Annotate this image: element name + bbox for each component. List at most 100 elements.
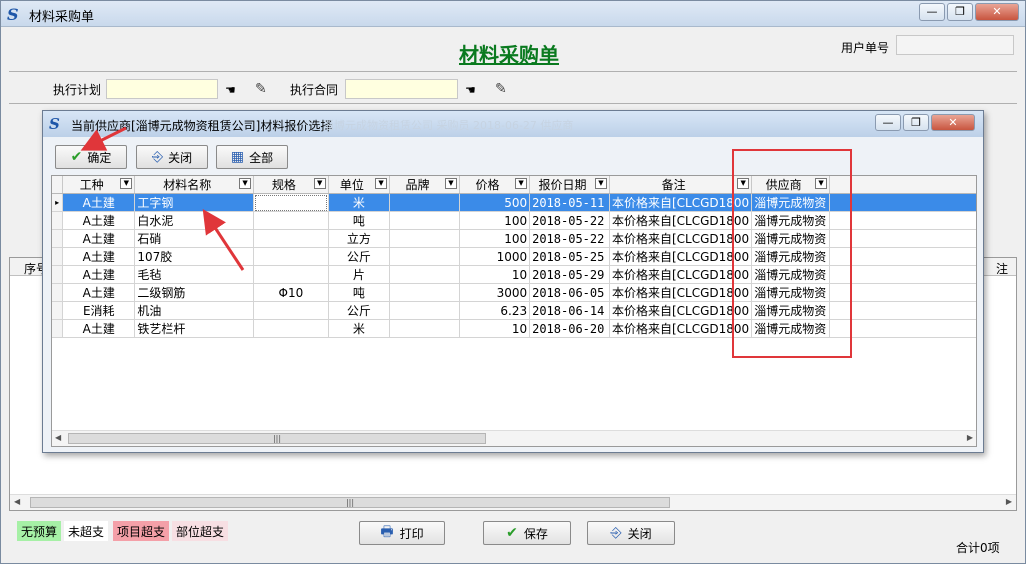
- table-cell[interactable]: 100: [459, 211, 531, 230]
- col-header[interactable]: 品牌 ▼: [389, 176, 460, 194]
- table-cell[interactable]: 工字钢: [134, 193, 255, 212]
- scroll-left-icon[interactable]: ◀: [14, 497, 20, 506]
- table-cell[interactable]: 2018-05-11: [529, 193, 610, 212]
- restore-button[interactable]: ❐: [947, 3, 973, 21]
- table-cell[interactable]: 2018-06-20: [529, 319, 610, 338]
- table-cell[interactable]: 片: [328, 265, 391, 284]
- table-cell[interactable]: 公斤: [328, 247, 391, 266]
- table-cell[interactable]: 2018-05-22: [529, 229, 610, 248]
- table-cell[interactable]: [253, 247, 329, 266]
- table-cell[interactable]: 2018-05-29: [529, 265, 610, 284]
- table-cell[interactable]: Φ10: [253, 283, 329, 302]
- col-header[interactable]: 备注 ▼: [609, 176, 753, 194]
- scroll-right-icon[interactable]: ▶: [967, 433, 973, 442]
- table-cell[interactable]: [389, 211, 460, 230]
- row-indicator[interactable]: [52, 247, 64, 266]
- dialog-minimize-button[interactable]: —: [875, 114, 901, 131]
- row-indicator[interactable]: [52, 319, 64, 338]
- row-indicator[interactable]: [52, 229, 64, 248]
- table-cell[interactable]: 100: [459, 229, 531, 248]
- table-cell[interactable]: 吨: [328, 211, 391, 230]
- row-indicator[interactable]: ▸: [52, 193, 64, 212]
- table-cell[interactable]: 10: [459, 265, 531, 284]
- table-cell[interactable]: 米: [328, 319, 391, 338]
- minimize-button[interactable]: —: [919, 3, 945, 21]
- table-cell[interactable]: 本价格来自[CLCGD1800: [609, 265, 753, 284]
- table-cell[interactable]: 107胶: [134, 247, 255, 266]
- table-cell[interactable]: 2018-06-14: [529, 301, 610, 320]
- table-cell[interactable]: 石硝: [134, 229, 255, 248]
- row-indicator[interactable]: [52, 301, 64, 320]
- table-cell[interactable]: [253, 319, 329, 338]
- table-cell[interactable]: [389, 283, 460, 302]
- table-cell[interactable]: [253, 301, 329, 320]
- table-cell[interactable]: [253, 211, 329, 230]
- pointing-hand-icon[interactable]: ☚: [225, 83, 241, 97]
- scroll-left-icon[interactable]: ◀: [55, 433, 61, 442]
- col-header[interactable]: 规格 ▼: [253, 176, 329, 194]
- dialog-restore-button[interactable]: ❐: [903, 114, 929, 131]
- table-cell[interactable]: [389, 301, 460, 320]
- table-cell[interactable]: 米: [328, 193, 391, 212]
- table-cell[interactable]: [389, 265, 460, 284]
- dropdown-arrow-icon[interactable]: ▼: [375, 178, 388, 189]
- table-cell[interactable]: 2018-05-25: [529, 247, 610, 266]
- row-indicator[interactable]: [52, 211, 64, 230]
- scroll-thumb[interactable]: |||: [68, 433, 486, 444]
- table-cell[interactable]: A土建: [62, 265, 136, 284]
- table-cell[interactable]: [389, 193, 460, 212]
- confirm-button[interactable]: ✔ 确定: [55, 145, 127, 169]
- table-cell[interactable]: [253, 229, 329, 248]
- row-indicator[interactable]: [52, 283, 64, 302]
- close-window-button[interactable]: ✕: [975, 3, 1019, 21]
- table-cell[interactable]: 铁艺栏杆: [134, 319, 255, 338]
- table-cell[interactable]: [253, 265, 329, 284]
- table-cell[interactable]: 本价格来自[CLCGD1800: [609, 283, 753, 302]
- table-cell[interactable]: A土建: [62, 211, 136, 230]
- table-cell[interactable]: [253, 193, 329, 212]
- table-cell[interactable]: 本价格来自[CLCGD1800: [609, 319, 753, 338]
- user-no-input[interactable]: [896, 35, 1014, 55]
- scroll-right-icon[interactable]: ▶: [1006, 497, 1012, 506]
- dropdown-arrow-icon[interactable]: ▼: [594, 178, 607, 189]
- table-cell[interactable]: [389, 229, 460, 248]
- dropdown-arrow-icon[interactable]: ▼: [515, 178, 528, 189]
- table-cell[interactable]: 立方: [328, 229, 391, 248]
- table-cell[interactable]: 白水泥: [134, 211, 255, 230]
- plan-input[interactable]: [106, 79, 218, 99]
- dropdown-arrow-icon[interactable]: ▼: [444, 178, 457, 189]
- dialog-close-button[interactable]: ⎆ 关闭: [136, 145, 208, 169]
- table-cell[interactable]: 吨: [328, 283, 391, 302]
- close-button[interactable]: ⎆ 关闭: [587, 521, 675, 545]
- col-header[interactable]: 工种 ▼: [62, 176, 136, 194]
- save-button[interactable]: ✔ 保存: [483, 521, 571, 545]
- dialog-horizontal-scrollbar[interactable]: ◀ ||| ▶: [52, 430, 976, 446]
- table-cell[interactable]: 本价格来自[CLCGD1800: [609, 247, 753, 266]
- table-cell[interactable]: 毛毡: [134, 265, 255, 284]
- table-cell[interactable]: A土建: [62, 247, 136, 266]
- col-header[interactable]: 报价日期 ▼: [529, 176, 610, 194]
- print-button[interactable]: 🖶 打印: [359, 521, 445, 545]
- table-cell[interactable]: A土建: [62, 319, 136, 338]
- table-cell[interactable]: 3000: [459, 283, 531, 302]
- scroll-thumb[interactable]: |||: [30, 497, 670, 508]
- dropdown-arrow-icon[interactable]: ▼: [239, 178, 252, 189]
- table-cell[interactable]: 本价格来自[CLCGD1800: [609, 193, 753, 212]
- pen-icon[interactable]: ✎: [495, 81, 513, 97]
- col-header[interactable]: 材料名称 ▼: [134, 176, 255, 194]
- row-indicator[interactable]: [52, 265, 64, 284]
- dropdown-arrow-icon[interactable]: ▼: [313, 178, 326, 189]
- horizontal-scrollbar[interactable]: ◀ ||| ▶: [10, 494, 1016, 510]
- col-header[interactable]: 价格 ▼: [459, 176, 531, 194]
- table-cell[interactable]: 公斤: [328, 301, 391, 320]
- table-cell[interactable]: 机油: [134, 301, 255, 320]
- table-cell[interactable]: A土建: [62, 193, 136, 212]
- table-cell[interactable]: 二级钢筋: [134, 283, 255, 302]
- table-cell[interactable]: 2018-06-05: [529, 283, 610, 302]
- dialog-close-window-button[interactable]: ✕: [931, 114, 975, 131]
- dropdown-arrow-icon[interactable]: ▼: [120, 178, 133, 189]
- table-cell[interactable]: A土建: [62, 283, 136, 302]
- col-header[interactable]: 单位 ▼: [328, 176, 391, 194]
- table-cell[interactable]: 10: [459, 319, 531, 338]
- pen-icon[interactable]: ✎: [255, 81, 273, 97]
